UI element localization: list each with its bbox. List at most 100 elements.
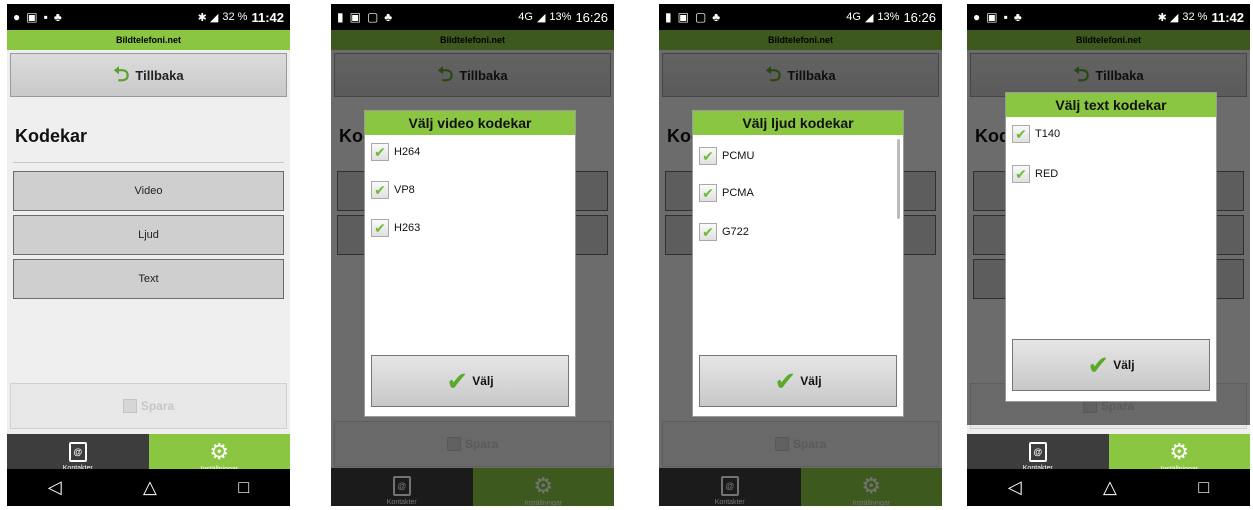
checkbox-checked-icon[interactable]: ✔ (1012, 165, 1030, 183)
codec-label: H263 (394, 222, 421, 234)
notification-icon: ▮ (337, 10, 344, 24)
choose-button[interactable]: ✔ Välj (371, 355, 569, 407)
notification-icon: ♣ (384, 10, 393, 24)
notification-icon: ♣ (1013, 10, 1022, 24)
android-back-icon[interactable]: ◁ (1008, 477, 1022, 498)
codec-label: PCMU (722, 150, 755, 162)
settings-content: ⮌ Tillbaka Kodekar Video Ljud Text Spara (7, 50, 290, 434)
dialog-title: Välj video kodekar (365, 111, 575, 135)
contacts-icon: @ (1028, 442, 1047, 462)
android-recents-icon[interactable]: □ (1198, 477, 1209, 498)
clock: 16:26 (903, 9, 936, 25)
choose-button-label: Välj (800, 374, 822, 388)
codec-label: RED (1035, 168, 1059, 180)
status-bar: ▮ ▣ ▢ ♣ 4G ◢ 13% 16:26 (659, 4, 942, 30)
android-recents-icon[interactable]: □ (238, 477, 249, 498)
battery-level: 13% (549, 11, 572, 23)
battery-level: 13% (877, 11, 900, 23)
text-codec-dialog: Välj text kodekar ✔ T140 ✔ RED ✔ Välj (1005, 92, 1217, 402)
checkbox-checked-icon[interactable]: ✔ (699, 184, 717, 202)
codec-label: G722 (722, 226, 749, 238)
signal-icon: ◢ (536, 11, 546, 24)
notification-icon: ▢ (366, 10, 379, 24)
android-nav-bar: ◁ △ □ (7, 469, 290, 506)
divider (13, 162, 284, 163)
dialog-title: Välj ljud kodekar (693, 111, 903, 135)
phone-screen-audio-dialog: ▮▣▢♣ 4G◢13%16:26 Bildtelefoni.net ⮌ Till… (659, 4, 942, 506)
app-title: Bildtelefoni.net (7, 30, 290, 50)
contacts-icon: @ (68, 442, 87, 462)
codec-option[interactable]: ✔ PCMU (699, 147, 754, 165)
clock: 11:42 (1211, 9, 1244, 25)
codec-option[interactable]: ✔ H264 (371, 143, 420, 161)
check-icon: ✔ (774, 366, 797, 396)
android-nav-bar: ◁ △ □ (967, 469, 1250, 506)
notification-icon: ● (973, 10, 981, 24)
codec-option[interactable]: ✔ RED (1012, 165, 1058, 183)
android-home-icon[interactable]: △ (143, 477, 157, 498)
back-button-label: Tillbaka (135, 67, 184, 83)
save-disk-icon (122, 399, 137, 413)
checkbox-checked-icon[interactable]: ✔ (371, 181, 389, 199)
phone-screen-codecs: ● ▣ ▪ ♣ ✱ ◢ 32 % 11:42 Bildtelefoni.net ⮌ Til… (7, 4, 290, 506)
choose-button[interactable]: ✔ Välj (1012, 339, 1210, 391)
notification-icon: ▪ (1003, 10, 1008, 24)
codec-option[interactable]: ✔ H263 (371, 219, 420, 237)
video-codec-button[interactable]: Video (13, 171, 284, 211)
notification-icon: ▮ (665, 10, 672, 24)
status-bar: ● ▣ ▪ ♣ ✱ ◢ 32 % 11:42 (7, 4, 290, 30)
notification-icon: ♣ (712, 10, 721, 24)
audio-codec-dialog: Välj ljud kodekar ✔ PCMU ✔ PCMA ✔ G722 ✔ Vä… (692, 110, 904, 417)
phone-screen-video-dialog: ▮▣▢♣ 4G◢13%16:26 Bildtelefoni.net ⮌ Till… (331, 4, 614, 506)
back-button[interactable]: ⮌ Tillbaka (10, 53, 287, 97)
notification-icon: ▣ (26, 10, 38, 24)
codec-option[interactable]: ✔ VP8 (371, 181, 415, 199)
notification-icon: ▪ (43, 10, 48, 24)
gear-icon: ⚙ (209, 439, 230, 464)
notification-icon: ▣ (677, 10, 689, 24)
gear-icon: ⚙ (1169, 439, 1190, 464)
check-icon: ✔ (1087, 350, 1110, 380)
checkbox-checked-icon[interactable]: ✔ (371, 219, 389, 237)
codec-option[interactable]: ✔ PCMA (699, 184, 754, 202)
android-back-icon[interactable]: ◁ (48, 477, 62, 498)
signal-icon: ✱ ◢ (197, 11, 219, 24)
clock: 16:26 (575, 9, 608, 25)
codec-label: T140 (1035, 128, 1061, 140)
codec-label: VP8 (394, 184, 415, 196)
checkbox-checked-icon[interactable]: ✔ (699, 147, 717, 165)
codec-label: PCMA (722, 187, 754, 199)
checkbox-checked-icon[interactable]: ✔ (1012, 125, 1030, 143)
scrollbar[interactable] (897, 139, 900, 219)
save-button[interactable]: Spara (10, 383, 287, 429)
video-codec-dialog: Välj video kodekar ✔ H264 ✔ VP8 ✔ H263 ✔ Vä… (364, 110, 576, 417)
network-type: 4G (518, 11, 533, 23)
audio-codec-button[interactable]: Ljud (13, 215, 284, 255)
notification-icon: ▣ (349, 10, 361, 24)
notification-icon: ▢ (694, 10, 707, 24)
network-type: 4G (846, 11, 861, 23)
back-arrow-icon: ⮌ (113, 64, 130, 86)
codec-option[interactable]: ✔ G722 (699, 223, 749, 241)
save-button-label: Spara (140, 399, 175, 413)
codec-option[interactable]: ✔ T140 (1012, 125, 1060, 143)
text-codec-button[interactable]: Text (13, 259, 284, 299)
dialog-title: Välj text kodekar (1006, 93, 1216, 117)
checkbox-checked-icon[interactable]: ✔ (371, 143, 389, 161)
phone-screen-text-dialog: ●▣▪♣ ✱ ◢32 %11:42 Bildtelefoni.net ⮌ Til… (967, 4, 1250, 506)
checkbox-checked-icon[interactable]: ✔ (699, 223, 717, 241)
check-icon: ✔ (446, 366, 469, 396)
choose-button-label: Välj (1113, 358, 1135, 372)
signal-icon: ✱ ◢ (1157, 11, 1179, 24)
battery-level: 32 % (1182, 11, 1208, 23)
status-bar: ● ▣ ▪ ♣ ✱ ◢ 32 % 11:42 (967, 4, 1250, 30)
choose-button[interactable]: ✔ Välj (699, 355, 897, 407)
choose-button-label: Välj (472, 374, 494, 388)
notification-icon: ● (13, 10, 21, 24)
signal-icon: ◢ (864, 11, 874, 24)
notification-icon: ▣ (986, 10, 998, 24)
codec-label: H264 (394, 146, 421, 158)
battery-level: 32 % (222, 11, 248, 23)
notification-icon: ♣ (53, 10, 62, 24)
android-home-icon[interactable]: △ (1103, 477, 1117, 498)
